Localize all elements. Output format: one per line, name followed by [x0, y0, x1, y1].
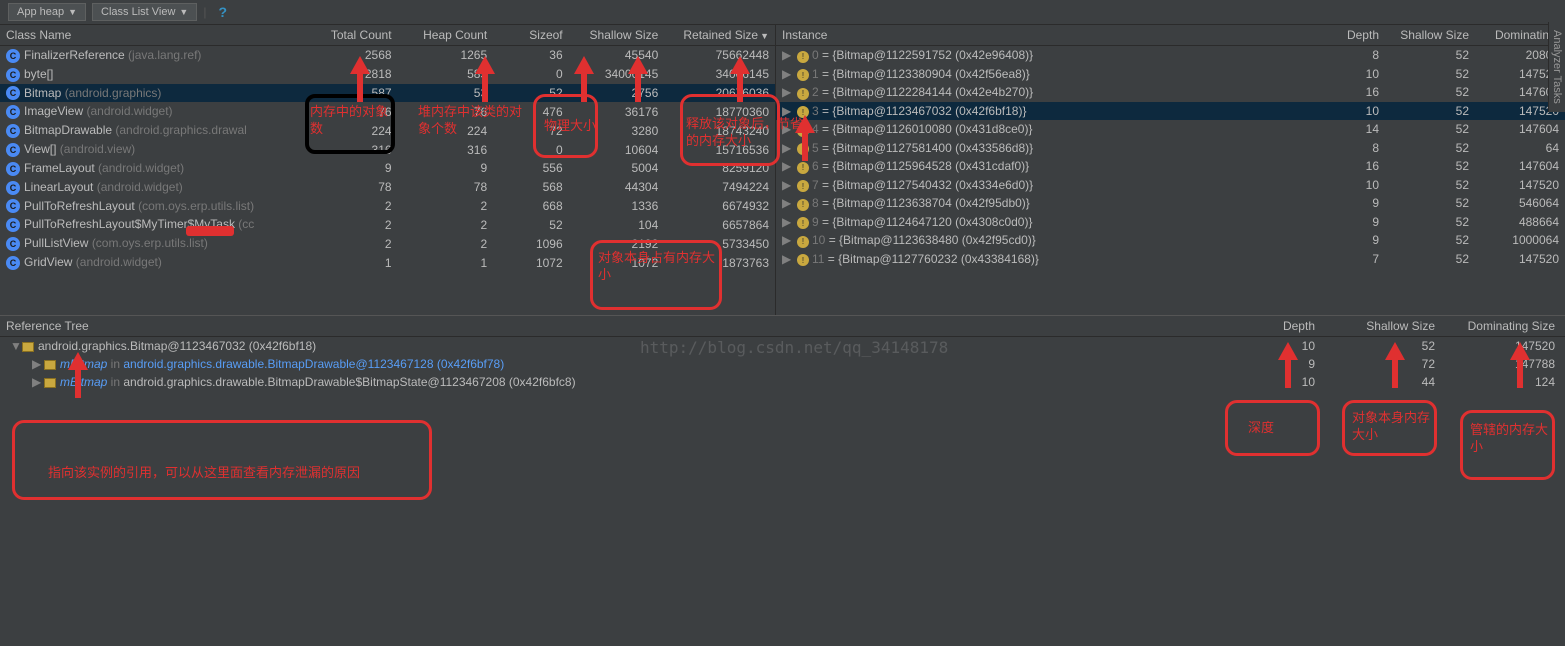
toolbar: App heap ▼ Class List View ▼ | ? — [0, 0, 1565, 25]
table-row[interactable]: ▶!11 = {Bitmap@1127760232 (0x43384168)}7… — [776, 250, 1565, 269]
anno-depth: 深度 — [1248, 420, 1274, 437]
table-row[interactable]: CImageView (android.widget)7676476361761… — [0, 102, 775, 121]
index-icon: ! — [797, 236, 809, 248]
chevron-down-icon: ▼ — [68, 7, 77, 17]
index-icon: ! — [797, 217, 809, 229]
tree-row[interactable]: ▼android.graphics.Bitmap@1123467032 (0x4… — [0, 337, 1565, 355]
class-icon: C — [6, 162, 20, 176]
table-row[interactable]: ▶!5 = {Bitmap@1127581400 (0x433586d8)}85… — [776, 139, 1565, 158]
object-icon — [44, 360, 56, 370]
expand-icon[interactable]: ▶ — [782, 252, 792, 266]
class-icon: C — [6, 68, 20, 82]
index-icon: ! — [797, 106, 809, 118]
class-icon: C — [6, 105, 20, 119]
col-shallow2[interactable]: Shallow Size — [1385, 25, 1475, 46]
class-icon: C — [6, 256, 20, 270]
anno-shallow2: 对象本身内存大小 — [1352, 410, 1432, 444]
table-row[interactable]: CPullToRefreshLayout$MyTimer$MyTask (cc2… — [0, 215, 775, 234]
col-heap[interactable]: Heap Count — [398, 25, 494, 46]
table-row[interactable]: ▶!0 = {Bitmap@1122591752 (0x42e96408)}85… — [776, 46, 1565, 65]
expand-icon[interactable]: ▶ — [782, 196, 792, 210]
expand-icon[interactable]: ▶ — [782, 104, 792, 118]
instance-table: Instance Depth Shallow Size Dominatin...… — [776, 25, 1565, 268]
col-sizeof[interactable]: Sizeof — [493, 25, 568, 46]
col-class-name[interactable]: Class Name — [0, 25, 302, 46]
instance-pane: Instance Depth Shallow Size Dominatin...… — [775, 25, 1565, 315]
index-icon: ! — [797, 254, 809, 266]
object-icon — [22, 342, 34, 352]
col-instance[interactable]: Instance — [776, 25, 1325, 46]
table-row[interactable]: ▶!4 = {Bitmap@1126010080 (0x431d8ce0)}14… — [776, 120, 1565, 139]
index-icon: ! — [797, 51, 809, 63]
expand-icon[interactable]: ▶ — [782, 122, 792, 136]
reference-tree-title: Reference Tree — [0, 316, 1205, 336]
expand-icon[interactable]: ▶ — [782, 215, 792, 229]
index-icon: ! — [797, 125, 809, 137]
view-dropdown-label: Class List View — [101, 6, 175, 18]
help-icon[interactable]: ? — [218, 4, 227, 20]
table-row[interactable]: CFinalizerReference (java.lang.ref)25681… — [0, 46, 775, 65]
expand-icon[interactable]: ▶ — [782, 159, 792, 173]
table-row[interactable]: CFrameLayout (android.widget)99556500482… — [0, 159, 775, 178]
heap-dropdown-label: App heap — [17, 6, 64, 18]
class-icon: C — [6, 49, 20, 63]
index-icon: ! — [797, 162, 809, 174]
index-icon: ! — [797, 180, 809, 192]
table-row[interactable]: CLinearLayout (android.widget)7878568443… — [0, 178, 775, 197]
object-icon — [44, 378, 56, 388]
index-icon: ! — [797, 143, 809, 155]
heap-dropdown[interactable]: App heap ▼ — [8, 3, 86, 21]
table-row[interactable]: CBitmapDrawable (android.graphics.drawal… — [0, 121, 775, 140]
table-row[interactable]: ▶!10 = {Bitmap@1123638480 (0x42f95cd0)}9… — [776, 231, 1565, 250]
table-row[interactable]: ▶!3 = {Bitmap@1123467032 (0x42f6bf18)}10… — [776, 102, 1565, 121]
table-row[interactable]: CGridView (android.widget)11107210721873… — [0, 253, 775, 272]
class-icon: C — [6, 218, 20, 232]
class-icon: C — [6, 237, 20, 251]
table-row[interactable]: CBitmap (android.graphics)58753522756206… — [0, 84, 775, 103]
reference-tree-pane: Reference Tree Depth Shallow Size Domina… — [0, 315, 1565, 391]
col-shallow[interactable]: Shallow Size — [569, 25, 665, 46]
ref-col-shallow[interactable]: Shallow Size — [1325, 316, 1445, 336]
expand-icon[interactable]: ▶ — [782, 141, 792, 155]
index-icon: ! — [797, 69, 809, 81]
class-icon: C — [6, 199, 20, 213]
col-depth[interactable]: Depth — [1325, 25, 1385, 46]
analyzer-tasks-tab[interactable]: Analyzer Tasks — [1548, 22, 1565, 112]
table-row[interactable]: ▶!1 = {Bitmap@1123380904 (0x42f56ea8)}10… — [776, 65, 1565, 84]
tree-row[interactable]: ▶mBitmap in android.graphics.drawable.Bi… — [0, 355, 1565, 373]
tree-row[interactable]: ▶mBitmap in android.graphics.drawable.Bi… — [0, 373, 1565, 391]
ref-col-depth[interactable]: Depth — [1205, 316, 1325, 336]
col-retained[interactable]: Retained Size▼ — [664, 25, 775, 46]
table-row[interactable]: Cbyte[] 281858503400614534006145 — [0, 65, 775, 84]
table-row[interactable]: ▶!7 = {Bitmap@1127540432 (0x4334e6d0)}10… — [776, 176, 1565, 195]
class-icon: C — [6, 143, 20, 157]
class-list-pane: Class Name Total Count Heap Count Sizeof… — [0, 25, 775, 315]
table-row[interactable]: ▶!8 = {Bitmap@1123638704 (0x42f95db0)}95… — [776, 194, 1565, 213]
expand-icon[interactable]: ▶ — [782, 233, 792, 247]
view-dropdown[interactable]: Class List View ▼ — [92, 3, 197, 21]
anno-dom: 管辖的内存大小 — [1470, 422, 1550, 456]
expand-icon[interactable]: ▶ — [782, 67, 792, 81]
expand-icon[interactable]: ▶ — [782, 48, 792, 62]
table-row[interactable]: CPullListView (com.oys.erp.utils.list)22… — [0, 234, 775, 253]
chevron-down-icon: ▼ — [179, 7, 188, 17]
table-row[interactable]: CView[] (android.view)316316010604157165… — [0, 140, 775, 159]
index-icon: ! — [797, 88, 809, 100]
ref-col-dominating[interactable]: Dominating Size — [1445, 316, 1565, 336]
class-icon: C — [6, 181, 20, 195]
index-icon: ! — [797, 199, 809, 211]
table-row[interactable]: ▶!6 = {Bitmap@1125964528 (0x431cdaf0)}16… — [776, 157, 1565, 176]
table-row[interactable]: CPullToRefreshLayout (com.oys.erp.utils.… — [0, 197, 775, 216]
expand-icon[interactable]: ▶ — [782, 178, 792, 192]
table-row[interactable]: ▶!9 = {Bitmap@1124647120 (0x4308c0d0)}95… — [776, 213, 1565, 232]
col-total[interactable]: Total Count — [302, 25, 398, 46]
class-table: Class Name Total Count Heap Count Sizeof… — [0, 25, 775, 272]
anno-ref: 指向该实例的引用，可以从这里面查看内存泄漏的原因 — [48, 465, 360, 482]
expand-icon[interactable]: ▶ — [782, 85, 792, 99]
class-icon: C — [6, 124, 20, 138]
class-icon: C — [6, 86, 20, 100]
table-row[interactable]: ▶!2 = {Bitmap@1122284144 (0x42e4b270)}16… — [776, 83, 1565, 102]
